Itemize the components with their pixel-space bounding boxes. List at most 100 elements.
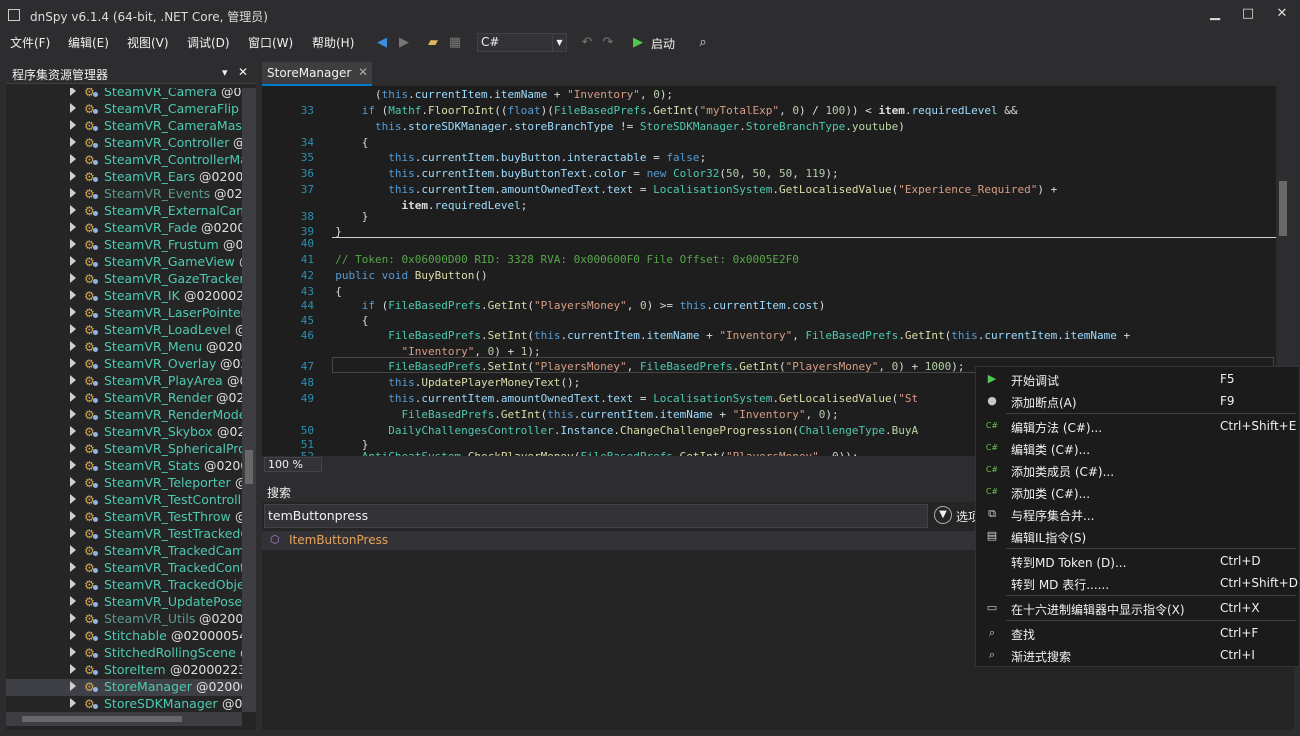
search-input[interactable]: temButtonpress	[264, 504, 928, 528]
expand-icon[interactable]	[70, 409, 76, 419]
expand-icon[interactable]	[70, 494, 76, 504]
tree-item[interactable]: ⚙ StoreManager @02000	[6, 679, 242, 696]
tree-item[interactable]: ⚙ SteamVR_Render@020	[6, 390, 242, 407]
context-menu-item[interactable]: ▶ 开始调试 F5	[976, 368, 1299, 390]
tree-item[interactable]: ⚙ SteamVR_TrackedObjec	[6, 577, 242, 594]
start-icon[interactable]: ▶	[629, 34, 647, 52]
tree-item[interactable]: ⚙ SteamVR_TrackedCame	[6, 543, 242, 560]
tree-item[interactable]: ⚙ Stitchable @02000054	[6, 628, 242, 645]
expand-icon[interactable]	[70, 426, 76, 436]
expand-icon[interactable]	[70, 256, 76, 266]
open-folder-icon[interactable]: ▰	[424, 34, 442, 52]
tree-item[interactable]: ⚙SteamVR_CameraFlip@	[6, 101, 242, 118]
redo-icon[interactable]: ↷	[599, 34, 617, 52]
expand-icon[interactable]	[70, 222, 76, 232]
expand-icon[interactable]	[70, 681, 76, 691]
minimize-button[interactable]: ▁	[1205, 6, 1225, 24]
tree-item[interactable]: ⚙ SteamVR_Teleporter @	[6, 475, 242, 492]
expand-icon[interactable]	[70, 324, 76, 334]
expand-icon[interactable]	[70, 511, 76, 521]
tree-item[interactable]: ⚙ SteamVR_Utils@02000	[6, 611, 242, 628]
expand-icon[interactable]	[70, 290, 76, 300]
tree-item[interactable]: ⚙SteamVR_GameView@0	[6, 254, 242, 271]
tree-item[interactable]: ⚙ SteamVR_TrackedContr	[6, 560, 242, 577]
expand-icon[interactable]	[70, 171, 76, 181]
tree-item[interactable]: ⚙ SteamVR_TestTrackedC	[6, 526, 242, 543]
context-menu-item[interactable]: ⌕ 查找 Ctrl+F	[976, 622, 1299, 644]
tree-item[interactable]: ⚙StitchedRollingScene@	[6, 645, 242, 662]
undo-icon[interactable]: ↶	[578, 34, 596, 52]
expand-icon[interactable]	[70, 341, 76, 351]
tree-item[interactable]: ⚙ SteamVR_IK @020002A	[6, 288, 242, 305]
expand-icon[interactable]	[70, 239, 76, 249]
tree-item[interactable]: ⚙ StoreItem @02000223	[6, 662, 242, 679]
expand-icon[interactable]	[70, 698, 76, 708]
tree-item[interactable]: ⚙ SteamVR_LaserPointer	[6, 305, 242, 322]
expand-icon[interactable]	[70, 460, 76, 470]
back-icon[interactable]: ◀	[373, 34, 391, 52]
language-select[interactable]: C# ▼	[477, 33, 567, 52]
expand-icon[interactable]	[70, 392, 76, 402]
tree-item[interactable]: ⚙ SteamVR_CameraMask	[6, 118, 242, 135]
expand-icon[interactable]	[70, 205, 76, 215]
start-button[interactable]: 启动	[651, 35, 675, 52]
menu-view[interactable]: 视图(V)	[127, 34, 169, 51]
tree-item[interactable]: ⚙ SteamVR_UpdatePoses	[6, 594, 242, 611]
context-menu-item[interactable]: C# 编辑类 (C#)...	[976, 437, 1299, 459]
context-menu-item[interactable]: ⌕ 渐进式搜索 Ctrl+I	[976, 644, 1299, 666]
menu-help[interactable]: 帮助(H)	[312, 34, 354, 51]
dropdown-icon[interactable]: ▾	[222, 66, 228, 79]
tree-item[interactable]: ⚙ SteamVR_Skybox @020	[6, 424, 242, 441]
tree-item[interactable]: ⚙ SteamVR_ControllerMa	[6, 152, 242, 169]
expand-icon[interactable]	[70, 477, 76, 487]
expand-icon[interactable]	[70, 647, 76, 657]
expand-icon[interactable]	[70, 188, 76, 198]
expand-icon[interactable]	[70, 579, 76, 589]
expand-icon[interactable]	[70, 358, 76, 368]
tree-item[interactable]: ⚙ SteamVR_Controller@0	[6, 135, 242, 152]
save-all-icon[interactable]: ▦	[446, 34, 464, 52]
context-menu-item[interactable]: ⧉ 与程序集合并...	[976, 503, 1299, 525]
menu-window[interactable]: 窗口(W)	[248, 34, 293, 51]
tree-item[interactable]: ⚙ SteamVR_Ears@02000	[6, 169, 242, 186]
menu-file[interactable]: 文件(F)	[10, 34, 50, 51]
tree-item[interactable]: ⚙ SteamVR_Stats @02000	[6, 458, 242, 475]
tree-vertical-scrollbar[interactable]	[242, 88, 256, 712]
tab-close-icon[interactable]: ✕	[358, 65, 368, 79]
context-menu-item[interactable]: 转到MD Token (D)... Ctrl+D	[976, 550, 1299, 572]
maximize-button[interactable]: □	[1238, 6, 1258, 24]
scroll-thumb[interactable]	[22, 716, 182, 722]
close-button[interactable]: ✕	[1272, 6, 1292, 24]
tree-item[interactable]: ⚙ SteamVR_Fade@02000	[6, 220, 242, 237]
tree-item[interactable]: ⚙ SteamVR_SphericalProj	[6, 441, 242, 458]
context-menu-item[interactable]: C# 编辑方法 (C#)... Ctrl+Shift+E	[976, 415, 1299, 437]
expand-icon[interactable]	[70, 307, 76, 317]
menu-edit[interactable]: 编辑(E)	[68, 34, 109, 51]
expand-icon[interactable]	[70, 545, 76, 555]
expand-icon[interactable]	[70, 88, 76, 96]
scroll-thumb[interactable]	[1279, 181, 1287, 236]
tree-item[interactable]: ⚙ SteamVR_Overlay@020	[6, 356, 242, 373]
expand-icon[interactable]	[70, 443, 76, 453]
expand-icon[interactable]	[70, 664, 76, 674]
tree-item[interactable]: ⚙ SteamVR_RenderMode	[6, 407, 242, 424]
expand-icon[interactable]	[70, 375, 76, 385]
tree-item[interactable]: ⚙ SteamVR_PlayArea @02	[6, 373, 242, 390]
close-icon[interactable]: ✕	[238, 65, 248, 79]
context-menu-item[interactable]: ▤ 编辑IL指令(S)	[976, 525, 1299, 547]
tree-item[interactable]: ⚙ SteamVR_Events@0200	[6, 186, 242, 203]
tree-item[interactable]: ⚙ SteamVR_GazeTracker	[6, 271, 242, 288]
context-menu-item[interactable]: ● 添加断点(A) F9	[976, 390, 1299, 412]
forward-icon[interactable]: ▶	[395, 34, 413, 52]
tree-item[interactable]: ⚙ SteamVR_Camera @020	[6, 88, 242, 101]
context-menu-item[interactable]: C# 添加类成员 (C#)...	[976, 459, 1299, 481]
tree-horizontal-scrollbar[interactable]	[6, 712, 242, 726]
expand-icon[interactable]	[70, 562, 76, 572]
tree-item[interactable]: ⚙ SteamVR_TestThrow @0	[6, 509, 242, 526]
search-icon[interactable]: ⌕	[694, 34, 712, 52]
context-menu-item[interactable]: C# 添加类 (C#)...	[976, 481, 1299, 503]
tree-item[interactable]: ⚙ SteamVR_ExternalCame	[6, 203, 242, 220]
context-menu-item[interactable]: 转到 MD 表行...... Ctrl+Shift+D	[976, 572, 1299, 594]
zoom-select[interactable]: 100 %	[264, 457, 322, 472]
expand-icon[interactable]	[70, 273, 76, 283]
